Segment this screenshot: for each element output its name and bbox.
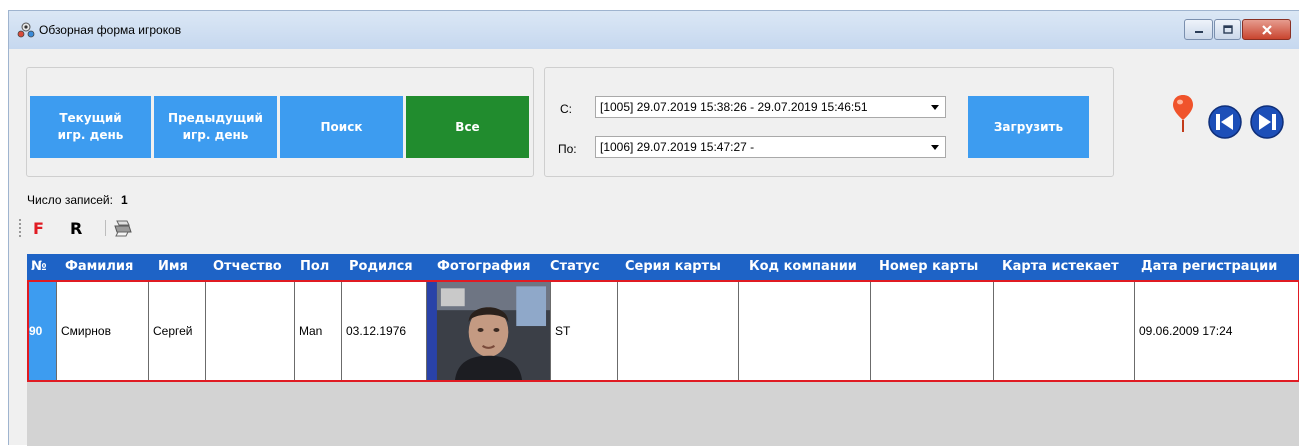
- table-row[interactable]: 90 Смирнов Сергей Man 03.12.1976 ST 09.0…: [27, 280, 1299, 382]
- column-header[interactable]: Отчество: [213, 259, 282, 274]
- search-button-label: Поиск: [320, 119, 363, 134]
- previous-day-button[interactable]: Предыдущий игр. день: [154, 96, 277, 158]
- cell-registered: 09.06.2009 17:24: [1139, 324, 1233, 338]
- column-header[interactable]: Родился: [349, 259, 413, 274]
- minimize-button[interactable]: [1184, 19, 1213, 40]
- to-session-value: [1006] 29.07.2019 15:47:27 -: [600, 140, 755, 154]
- cell-patronymic: [206, 280, 295, 382]
- cell-card-expires: [994, 280, 1135, 382]
- cell-card-series: [618, 280, 739, 382]
- toolbar-separator: [105, 220, 106, 236]
- toolbar-grip: [19, 219, 21, 237]
- cell-surname: Смирнов: [57, 280, 149, 382]
- from-session-value: [1005] 29.07.2019 15:38:26 - 29.07.2019 …: [600, 100, 868, 114]
- cell-photo: [427, 280, 551, 382]
- main-window: Обзорная форма игроков Текущий игр. день: [8, 10, 1299, 446]
- title-bar: Обзорная форма игроков: [9, 11, 1299, 49]
- current-day-label-line1: Текущий: [59, 111, 122, 125]
- close-button[interactable]: [1242, 19, 1291, 40]
- column-header[interactable]: Карта истекает: [1002, 259, 1119, 274]
- print-icon[interactable]: [113, 219, 133, 237]
- column-header[interactable]: Пол: [300, 259, 329, 274]
- column-header[interactable]: Серия карты: [625, 259, 721, 274]
- reset-r-button[interactable]: R: [70, 219, 82, 238]
- cell-number: 90: [27, 280, 57, 382]
- to-dropdown-arrow-icon: [931, 145, 939, 150]
- from-session-select[interactable]: [1005] 29.07.2019 15:38:26 - 29.07.2019 …: [595, 96, 946, 118]
- session-range-panel: С: [1005] 29.07.2019 15:38:26 - 29.07.20…: [544, 67, 1114, 177]
- search-button[interactable]: Поиск: [280, 96, 403, 158]
- maximize-icon: [1222, 25, 1233, 34]
- from-dropdown-arrow-icon: [931, 105, 939, 110]
- column-header[interactable]: №: [31, 259, 47, 274]
- column-header[interactable]: Код компании: [749, 259, 857, 274]
- day-filter-panel: Текущий игр. день Предыдущий игр. день П…: [26, 67, 534, 177]
- column-header[interactable]: Дата регистрации: [1141, 259, 1277, 274]
- records-count-label: Число записей:: [27, 193, 113, 207]
- column-header[interactable]: Имя: [158, 259, 188, 274]
- window-title: Обзорная форма игроков: [39, 23, 182, 37]
- from-label: С:: [560, 102, 572, 116]
- all-button[interactable]: Все: [406, 96, 529, 158]
- column-header[interactable]: Номер карты: [879, 259, 978, 274]
- to-label: По:: [558, 142, 577, 156]
- players-table: № Фамилия Имя Отчество Пол Родился Фотог…: [27, 254, 1299, 446]
- map-pin-icon[interactable]: [1172, 94, 1194, 134]
- cell-name: Сергей: [149, 280, 206, 382]
- records-count-value: 1: [120, 193, 128, 207]
- cell-gender: Man: [295, 280, 342, 382]
- grid-toolbar: F R: [19, 217, 319, 239]
- player-photo: [427, 280, 550, 382]
- last-record-icon[interactable]: [1249, 104, 1285, 140]
- first-record-icon[interactable]: [1207, 104, 1243, 140]
- cell-born: 03.12.1976: [342, 280, 427, 382]
- cell-card-number: [871, 280, 994, 382]
- records-count: Число записей: 1: [27, 193, 128, 207]
- minimize-icon: [1194, 30, 1203, 33]
- maximize-button[interactable]: [1214, 19, 1241, 40]
- current-day-button[interactable]: Текущий игр. день: [30, 96, 151, 158]
- players-app-icon: [17, 22, 35, 38]
- cell-company-code: [739, 280, 871, 382]
- load-button-label: Загрузить: [993, 119, 1064, 134]
- previous-day-label-line2: игр. день: [182, 128, 249, 142]
- to-session-select[interactable]: [1006] 29.07.2019 15:47:27 -: [595, 136, 946, 158]
- filter-f-button[interactable]: F: [33, 219, 44, 238]
- previous-day-label-line1: Предыдущий: [168, 111, 263, 125]
- cell-status: ST: [551, 280, 618, 382]
- table-header: № Фамилия Имя Отчество Пол Родился Фотог…: [27, 254, 1299, 280]
- column-header[interactable]: Фотография: [437, 259, 531, 274]
- close-icon: [1261, 24, 1272, 35]
- column-header[interactable]: Статус: [550, 259, 600, 274]
- all-button-label: Все: [455, 119, 480, 134]
- load-button[interactable]: Загрузить: [968, 96, 1089, 158]
- current-day-label-line2: игр. день: [57, 128, 124, 142]
- column-header[interactable]: Фамилия: [65, 259, 133, 274]
